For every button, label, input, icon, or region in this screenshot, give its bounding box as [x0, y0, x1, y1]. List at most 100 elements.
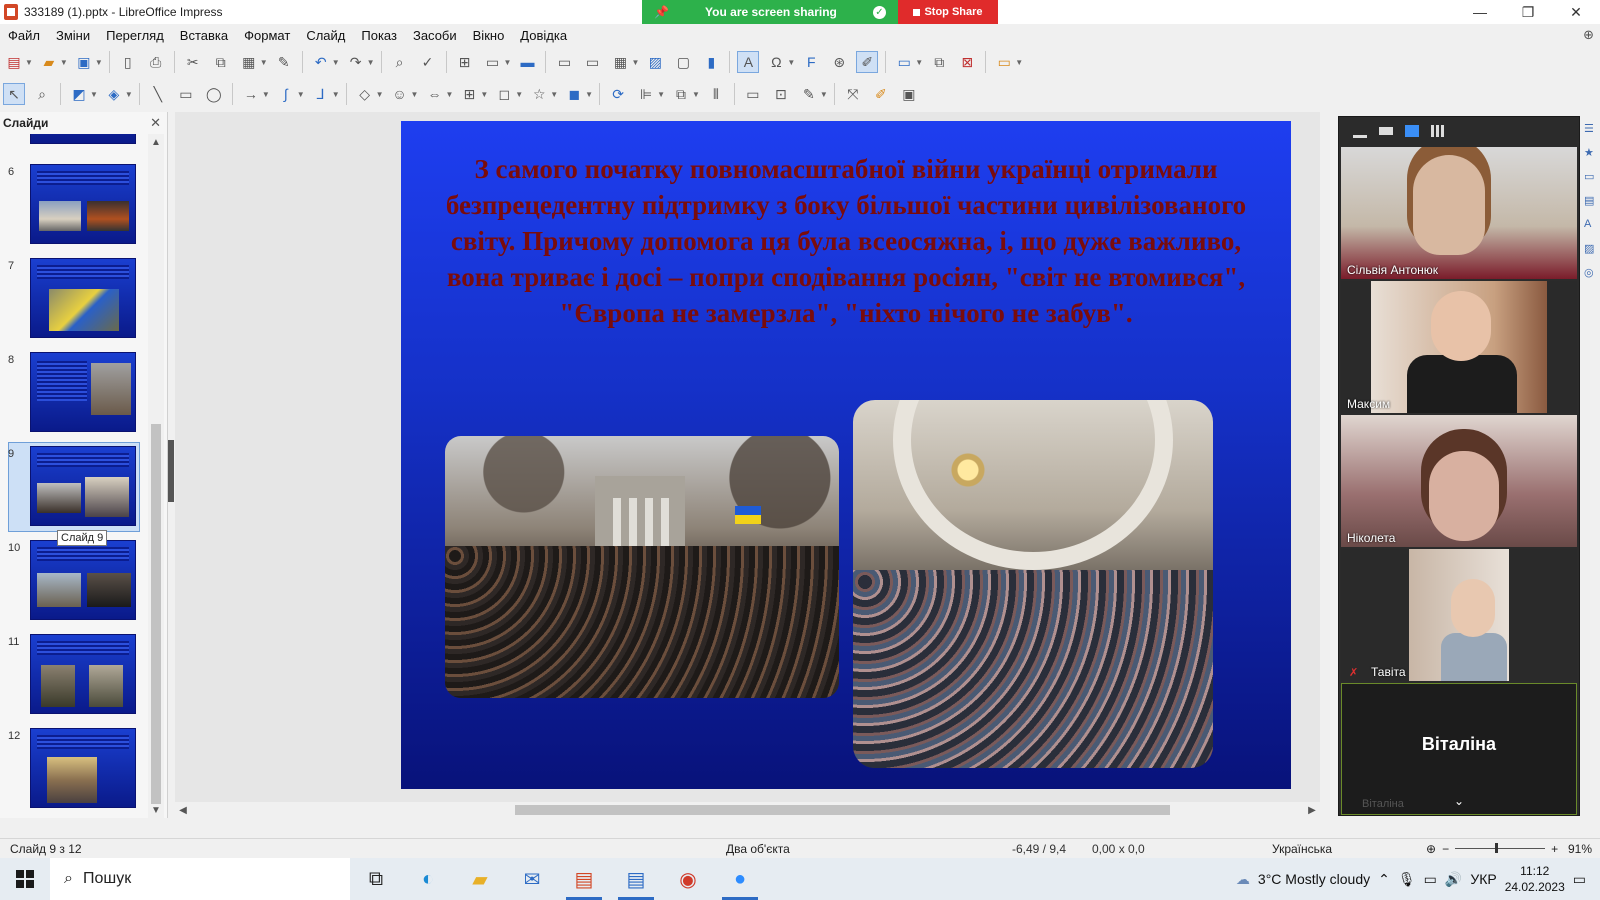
duplicate-slide-icon[interactable]: ⧉ [928, 51, 950, 73]
navigator-icon[interactable]: ◎ [1584, 266, 1598, 280]
new-slide-icon[interactable]: ▭ [893, 51, 915, 73]
media-icon[interactable]: ▢ [672, 51, 694, 73]
slide-thumbnail[interactable] [30, 728, 136, 808]
redo-icon[interactable]: ↷ [345, 51, 367, 73]
chevron-down-icon[interactable]: ▼ [445, 90, 453, 99]
block-arrows-icon[interactable]: ⇔ [423, 83, 445, 105]
chevron-down-icon[interactable]: ▼ [787, 58, 795, 67]
print-icon[interactable]: ⎙ [145, 51, 167, 73]
slide-thumbnail[interactable] [30, 258, 136, 338]
slide-thumbnail[interactable] [30, 164, 136, 244]
slide-thumbnail-row[interactable]: 7 [0, 258, 150, 346]
restore-button[interactable]: ❐ [1504, 0, 1552, 24]
glue-points-icon[interactable]: ✐ [870, 83, 892, 105]
participant-video-tile-no-camera[interactable]: Віталіна Віталіна ⌄ [1341, 683, 1577, 815]
scroll-left-icon[interactable]: ◀ [175, 802, 191, 818]
weather-cloud-icon[interactable]: ☁ [1236, 871, 1250, 888]
close-icon[interactable]: ✕ [150, 115, 161, 131]
clone-format-icon[interactable]: ✎ [273, 51, 295, 73]
image-icon[interactable]: ▨ [644, 51, 666, 73]
animation-icon[interactable]: ▭ [1584, 170, 1598, 184]
open-folder-icon[interactable]: ▰ [38, 51, 60, 73]
chevron-down-icon[interactable]: ▼ [90, 90, 98, 99]
menu-slideshow[interactable]: Показ [353, 28, 405, 43]
notifications-icon[interactable]: ▭ [1573, 871, 1586, 888]
minimize-video-icon[interactable] [1353, 130, 1367, 138]
menu-insert[interactable]: Вставка [172, 28, 236, 43]
scrollbar-thumb[interactable] [515, 805, 1170, 815]
start-from-current-icon[interactable]: ▭ [581, 51, 603, 73]
zoom-pan-icon[interactable]: ⌕ [31, 83, 53, 105]
rotate-icon[interactable]: ⟳ [607, 83, 629, 105]
table-icon[interactable]: ▦ [609, 51, 631, 73]
select-arrow-icon[interactable]: ↖ [3, 83, 25, 105]
rectangle-icon[interactable]: ▭ [175, 83, 197, 105]
undo-icon[interactable]: ↶ [310, 51, 332, 73]
paste-icon[interactable]: ▦ [238, 51, 260, 73]
chevron-down-icon[interactable]: ▼ [367, 58, 375, 67]
chevron-down-icon[interactable]: ▼ [25, 58, 33, 67]
close-button[interactable]: ✕ [1552, 0, 1600, 24]
chevron-down-icon[interactable]: ▼ [657, 90, 665, 99]
slide-layout-icon[interactable]: ▭ [993, 51, 1015, 73]
participant-video-tile[interactable]: Максим [1341, 281, 1577, 413]
spellcheck-icon[interactable]: ✓ [417, 51, 439, 73]
taskbar-search[interactable]: ⌕ Пошук [50, 858, 350, 900]
start-from-first-icon[interactable]: ▭ [553, 51, 575, 73]
basic-shapes-icon[interactable]: ◇ [354, 83, 376, 105]
properties-icon[interactable]: ☰ [1584, 122, 1598, 136]
styles-icon[interactable]: A [1584, 218, 1598, 232]
fontwork-icon[interactable]: F [800, 51, 822, 73]
slide-thumbnail[interactable] [30, 540, 136, 620]
save-icon[interactable]: ▣ [73, 51, 95, 73]
chevron-down-icon[interactable]: ▼ [376, 90, 384, 99]
menu-window[interactable]: Вікно [465, 28, 513, 43]
stop-share-button[interactable]: Stop Share [898, 0, 998, 24]
participant-video-tile[interactable]: Сільвія Антонюк [1341, 147, 1577, 279]
participant-video-tile[interactable]: ✗ Тавіта [1341, 549, 1577, 681]
export-pdf-icon[interactable]: ▯ [117, 51, 139, 73]
mail-icon[interactable]: ✉ [506, 858, 558, 900]
chevron-down-icon[interactable]: ▼ [125, 90, 133, 99]
menu-help[interactable]: Довідка [512, 28, 575, 43]
symbol-shapes-icon[interactable]: ☺ [389, 83, 411, 105]
3d-objects-icon[interactable]: ◼ [563, 83, 585, 105]
master-slide-icon[interactable]: ▬ [516, 51, 538, 73]
delete-slide-icon[interactable]: ⊠ [956, 51, 978, 73]
slide-thumbnail[interactable] [30, 446, 136, 526]
text-box-icon[interactable]: A [737, 51, 760, 73]
distribute-icon[interactable]: ⫴ [705, 83, 727, 105]
slide-thumbnail[interactable] [30, 352, 136, 432]
speaker-icon[interactable]: 🔊 [1445, 871, 1462, 888]
show-draw-functions-icon[interactable]: ✐ [856, 51, 879, 73]
start-button[interactable] [0, 858, 50, 900]
chevron-down-icon[interactable]: ▼ [260, 58, 268, 67]
fill-color-icon[interactable]: ◈ [103, 83, 125, 105]
chevron-up-icon[interactable]: ⌃ [1378, 871, 1390, 888]
chevron-down-icon[interactable]: ▼ [820, 90, 828, 99]
shadow-icon[interactable]: ▭ [742, 83, 764, 105]
copy-icon[interactable]: ⧉ [210, 51, 232, 73]
panel-resize-handle[interactable] [168, 440, 174, 502]
slide-thumbnail-row[interactable]: 8 [0, 352, 150, 440]
connectors-icon[interactable]: ⅃ [310, 83, 332, 105]
file-explorer-icon[interactable]: ▰ [454, 858, 506, 900]
menu-tools[interactable]: Засоби [405, 28, 465, 43]
workspace-horizontal-scrollbar[interactable]: ◀ ▶ [175, 802, 1320, 818]
metro-shelter-photo[interactable] [853, 400, 1213, 768]
align-icon[interactable]: ⊫ [635, 83, 657, 105]
menu-file[interactable]: Файл [0, 28, 48, 43]
curves-icon[interactable]: ∫ [275, 83, 297, 105]
chevron-down-icon[interactable]: ▼ [1015, 58, 1023, 67]
gallery-view-icon[interactable] [1431, 125, 1445, 137]
cut-icon[interactable]: ✂ [182, 51, 204, 73]
minimize-button[interactable]: — [1456, 0, 1504, 24]
hyperlink-icon[interactable]: ⊛ [828, 51, 850, 73]
menu-slide[interactable]: Слайд [298, 28, 353, 43]
weather-status[interactable]: 3°C Mostly cloudy [1258, 871, 1370, 887]
master-slides-icon[interactable]: ▤ [1584, 194, 1598, 208]
active-speaker-view-icon[interactable] [1405, 125, 1419, 137]
scroll-right-icon[interactable]: ▶ [1304, 802, 1320, 818]
zoom-level[interactable]: 91% [1568, 842, 1592, 856]
chevron-down-icon[interactable]: ⌄ [1454, 794, 1464, 808]
